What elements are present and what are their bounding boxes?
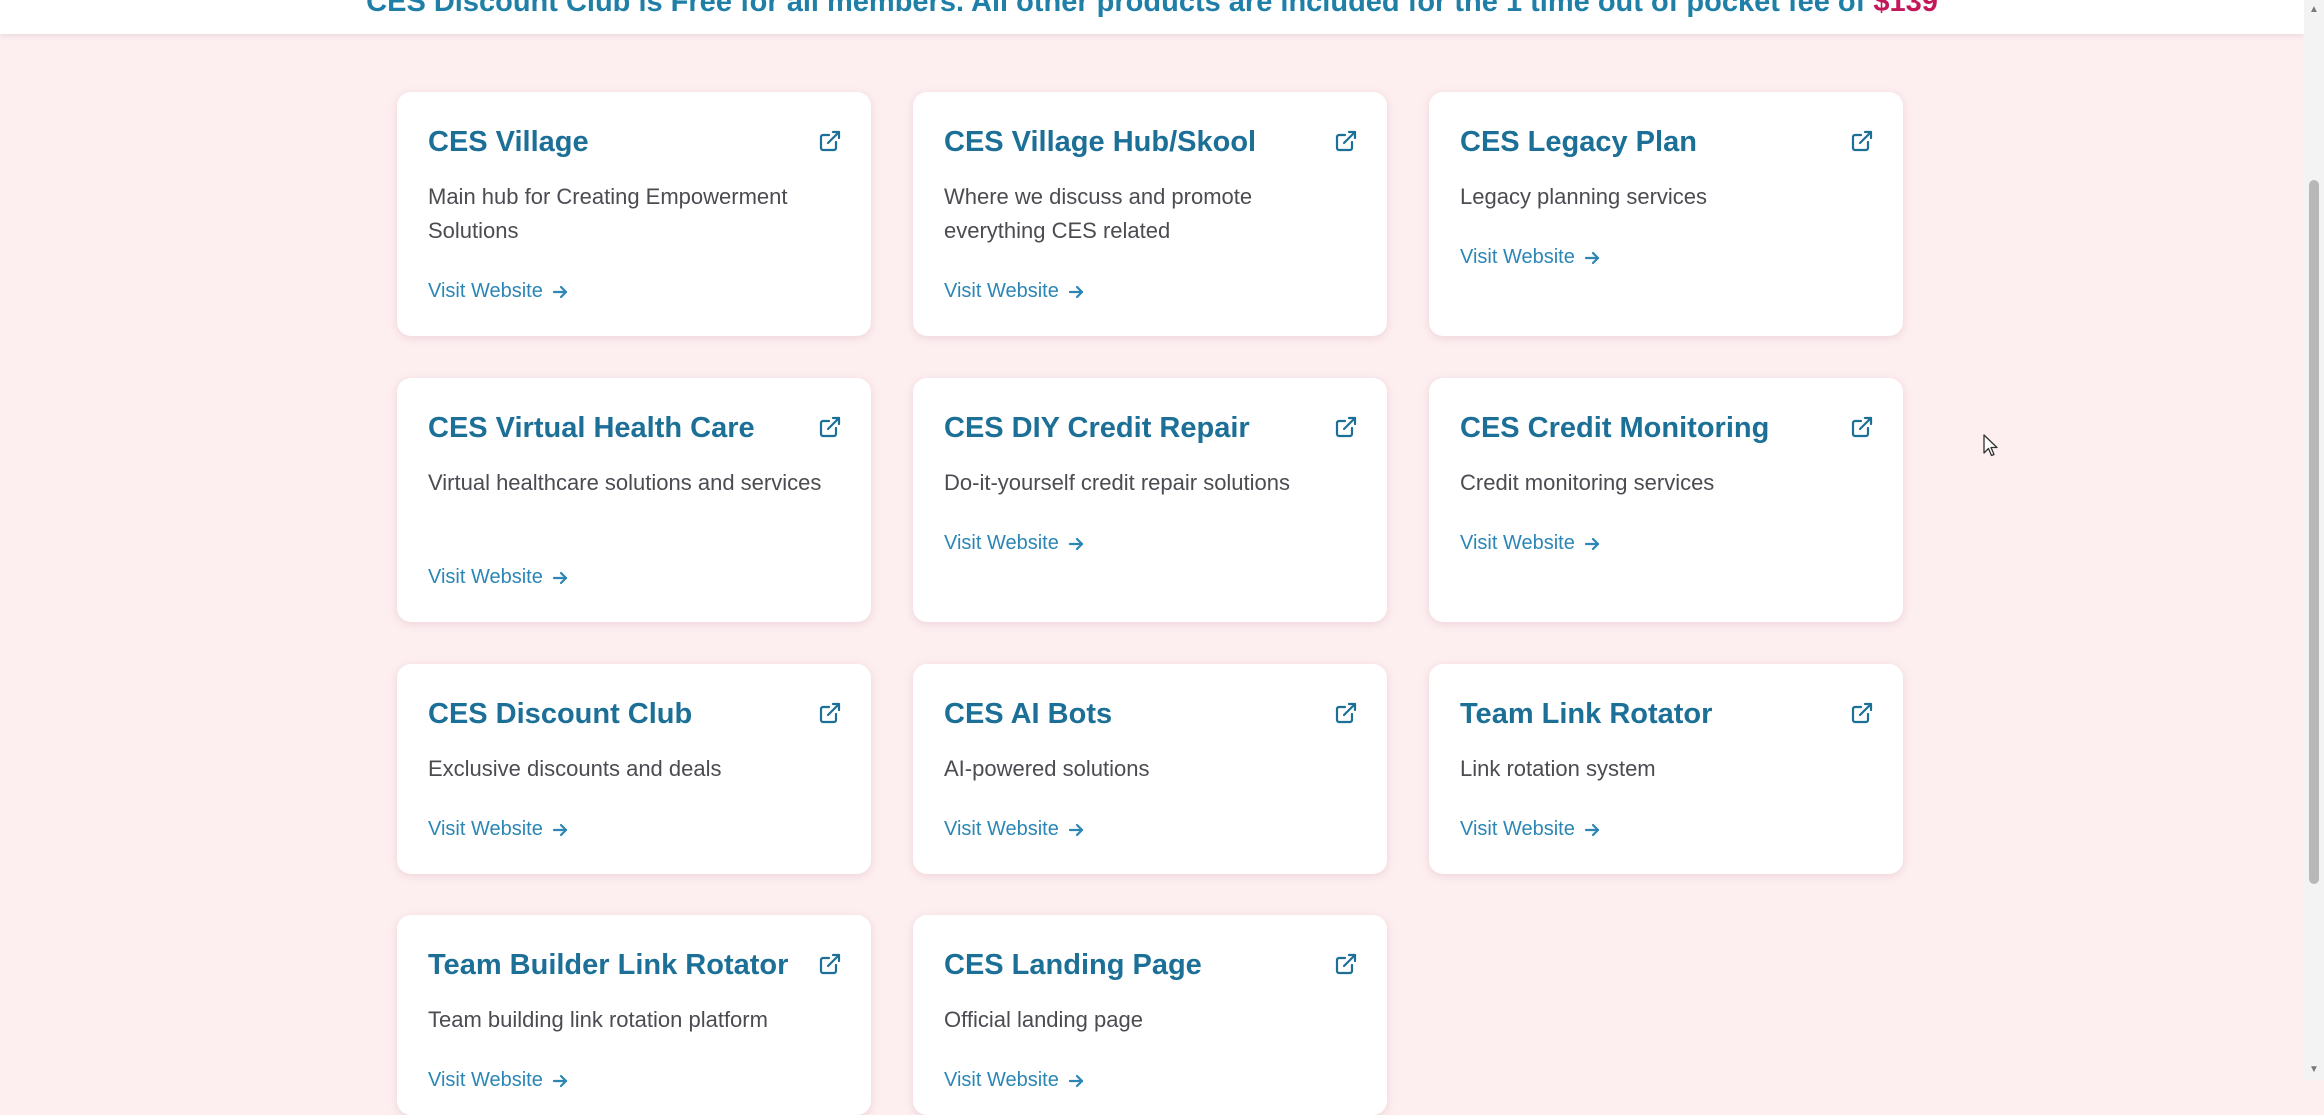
card-description: Link rotation system [1460,756,1656,781]
visit-website-link[interactable]: Visit Website [944,818,1085,841]
visit-website-label: Visit Website [944,1069,1059,1091]
external-link-icon[interactable] [1850,415,1874,439]
mouse-cursor-icon [1983,434,1999,458]
card-ces-ai-bots: CES AI Bots AI-powered solutions Visit W… [913,664,1387,874]
card-description: Team building link rotation platform [428,1007,768,1032]
card-title: Team Link Rotator [1460,698,1713,730]
arrow-right-icon [1583,535,1601,553]
visit-website-link[interactable]: Visit Website [944,1069,1085,1092]
visit-website-label: Visit Website [428,566,543,588]
card-description: Official landing page [944,1007,1143,1032]
scroll-up-icon[interactable]: ▲ [2308,4,2320,16]
arrow-right-icon [551,1072,569,1090]
visit-website-link[interactable]: Visit Website [428,1069,569,1092]
external-link-icon[interactable] [1850,129,1874,153]
arrow-right-icon [1067,535,1085,553]
visit-website-label: Visit Website [428,818,543,840]
external-link-icon[interactable] [1334,129,1358,153]
card-ces-discount-club: CES Discount Club Exclusive discounts an… [397,664,871,874]
card-title: CES Credit Monitoring [1460,412,1770,444]
card-title: CES Village [428,126,589,158]
arrow-right-icon [1067,1072,1085,1090]
external-link-icon[interactable] [1334,952,1358,976]
vertical-scrollbar[interactable]: ▲ ▼ [2304,0,2324,1080]
card-description: Do-it-yourself credit repair solutions [944,470,1291,495]
card-ces-village-hub: CES Village Hub/Skool Where we discuss a… [913,92,1387,336]
banner-message: CES Discount Club is Free for all member… [366,0,1866,18]
arrow-right-icon [551,283,569,301]
visit-website-link[interactable]: Visit Website [1460,818,1601,841]
card-description: AI-powered solutions [944,756,1150,781]
card-description: Main hub for Creating Empowerment Soluti… [428,184,788,243]
card-ces-village: CES Village Main hub for Creating Empowe… [397,92,871,336]
arrow-right-icon [1583,821,1601,839]
external-link-icon[interactable] [818,701,842,725]
card-title: CES Virtual Health Care [428,412,755,444]
visit-website-label: Visit Website [1460,246,1575,268]
external-link-icon[interactable] [818,129,842,153]
visit-website-label: Visit Website [944,532,1059,554]
visit-website-label: Visit Website [1460,532,1575,554]
visit-website-link[interactable]: Visit Website [1460,532,1601,555]
card-title: CES Landing Page [944,949,1202,981]
card-title: CES Discount Club [428,698,693,730]
card-title: CES AI Bots [944,698,1113,730]
top-banner: CES Discount Club is Free for all member… [0,0,2304,34]
card-ces-legacy-plan: CES Legacy Plan Legacy planning services… [1429,92,1903,336]
card-ces-diy-credit-repair: CES DIY Credit Repair Do-it-yourself cre… [913,378,1387,622]
card-description: Legacy planning services [1460,184,1708,209]
card-title: CES Legacy Plan [1460,126,1697,158]
banner-text: CES Discount Club is Free for all member… [0,0,2304,19]
arrow-right-icon [551,821,569,839]
visit-website-link[interactable]: Visit Website [428,818,569,841]
visit-website-label: Visit Website [428,1069,543,1091]
arrow-right-icon [1583,249,1601,267]
card-team-link-rotator: Team Link Rotator Link rotation system V… [1429,664,1903,874]
card-ces-landing-page: CES Landing Page Official landing page V… [913,915,1387,1115]
external-link-icon[interactable] [1850,701,1874,725]
card-title: Team Builder Link Rotator [428,949,789,981]
arrow-right-icon [1067,821,1085,839]
card-description: Where we discuss and promote everything … [944,184,1253,243]
banner-price: $139 [1873,0,1938,18]
arrow-right-icon [551,569,569,587]
card-ces-credit-monitoring: CES Credit Monitoring Credit monitoring … [1429,378,1903,622]
visit-website-label: Visit Website [1460,818,1575,840]
visit-website-label: Visit Website [428,280,543,302]
external-link-icon[interactable] [818,952,842,976]
external-link-icon[interactable] [818,415,842,439]
scroll-down-icon[interactable]: ▼ [2308,1064,2320,1076]
external-link-icon[interactable] [1334,701,1358,725]
card-team-builder-link-rotator: Team Builder Link Rotator Team building … [397,915,871,1115]
card-title: CES DIY Credit Repair [944,412,1250,444]
external-link-icon[interactable] [1334,415,1358,439]
visit-website-link[interactable]: Visit Website [944,280,1085,303]
scrollbar-thumb[interactable] [2309,180,2319,884]
arrow-right-icon [1067,283,1085,301]
visit-website-link[interactable]: Visit Website [428,280,569,303]
card-title: CES Village Hub/Skool [944,126,1257,158]
visit-website-label: Visit Website [944,818,1059,840]
card-description: Credit monitoring services [1460,470,1715,495]
visit-website-link[interactable]: Visit Website [428,566,569,589]
visit-website-label: Visit Website [944,280,1059,302]
card-description: Virtual healthcare solutions and service… [428,470,822,495]
visit-website-link[interactable]: Visit Website [944,532,1085,555]
visit-website-link[interactable]: Visit Website [1460,246,1601,269]
card-ces-virtual-health-care: CES Virtual Health Care Virtual healthca… [397,378,871,622]
card-description: Exclusive discounts and deals [428,756,722,781]
